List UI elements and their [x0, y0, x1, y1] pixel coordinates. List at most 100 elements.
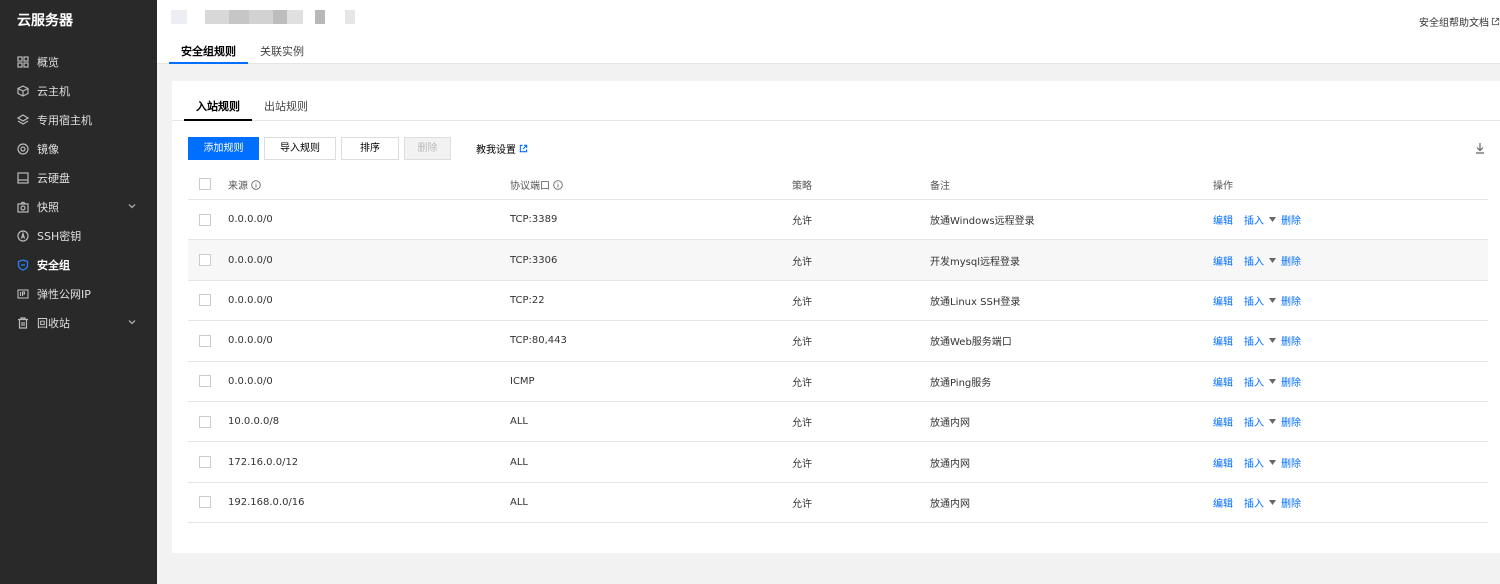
tab-inbound-rules[interactable]: 入站规则 [184, 95, 252, 121]
col-ops: 操作 [1213, 180, 1233, 192]
insert-link[interactable]: 插入 [1244, 455, 1264, 470]
cell-source: 10.0.0.0/8 [228, 416, 280, 428]
import-rules-button[interactable]: 导入规则 [264, 137, 336, 160]
cell-port: ALL [510, 456, 528, 468]
trash-icon [17, 316, 29, 329]
row-checkbox[interactable] [199, 254, 211, 267]
add-rule-button[interactable]: 添加规则 [188, 137, 259, 160]
sidebar-item-ssh-key[interactable]: SSH密钥 [0, 221, 157, 250]
edit-link[interactable]: 编辑 [1213, 455, 1233, 470]
edit-link[interactable]: 编辑 [1213, 212, 1233, 227]
caret-down-icon[interactable] [1269, 459, 1276, 465]
cell-ops: 编辑 插入 删除 [1213, 333, 1301, 348]
config-guide-link[interactable]: 教我设置 [476, 141, 528, 156]
cell-source: 0.0.0.0/0 [228, 294, 273, 306]
tab-associated-instances[interactable]: 关联实例 [248, 40, 316, 64]
sidebar-item-cvm[interactable]: 云主机 [0, 76, 157, 105]
delete-link[interactable]: 删除 [1281, 495, 1301, 510]
row-checkbox[interactable] [199, 375, 211, 388]
delete-link[interactable]: 删除 [1281, 374, 1301, 389]
help-link-label: 安全组帮助文档 [1419, 18, 1489, 29]
edit-link[interactable]: 编辑 [1213, 414, 1233, 429]
delete-link[interactable]: 删除 [1281, 414, 1301, 429]
row-checkbox[interactable] [199, 294, 211, 307]
edit-link[interactable]: 编辑 [1213, 495, 1233, 510]
caret-down-icon[interactable] [1269, 338, 1276, 344]
camera-icon [17, 201, 29, 213]
sidebar-item-label: 云硬盘 [37, 171, 70, 185]
sidebar-item-label: 概览 [37, 55, 59, 69]
delete-link[interactable]: 删除 [1281, 293, 1301, 308]
sidebar-item-label: 专用宿主机 [37, 113, 92, 127]
row-checkbox[interactable] [199, 213, 211, 226]
insert-link[interactable]: 插入 [1244, 495, 1264, 510]
info-icon[interactable] [251, 179, 261, 190]
edit-link[interactable]: 编辑 [1213, 253, 1233, 268]
cell-ops: 编辑 插入 删除 [1213, 414, 1301, 429]
sidebar-item-recycle-bin[interactable]: 回收站 [0, 308, 157, 337]
insert-link[interactable]: 插入 [1244, 333, 1264, 348]
insert-link[interactable]: 插入 [1244, 293, 1264, 308]
toolbar: 添加规则 导入规则 排序 删除 教我设置 [188, 137, 528, 160]
insert-link[interactable]: 插入 [1244, 414, 1264, 429]
caret-down-icon[interactable] [1269, 217, 1276, 223]
row-checkbox[interactable] [199, 334, 211, 347]
insert-link[interactable]: 插入 [1244, 253, 1264, 268]
col-port-label: 协议端口 [510, 180, 550, 192]
sort-button[interactable]: 排序 [341, 137, 399, 160]
delete-link[interactable]: 删除 [1281, 333, 1301, 348]
sidebar-item-overview[interactable]: 概览 [0, 47, 157, 76]
sidebar-item-eip[interactable]: 弹性公网IP [0, 279, 157, 308]
cell-source: 0.0.0.0/0 [228, 254, 273, 266]
caret-down-icon[interactable] [1269, 499, 1276, 505]
download-icon[interactable] [1474, 141, 1486, 155]
caret-down-icon[interactable] [1269, 297, 1276, 303]
sidebar-item-image[interactable]: 镜像 [0, 134, 157, 163]
caret-down-icon[interactable] [1269, 419, 1276, 425]
caret-down-icon[interactable] [1269, 378, 1276, 384]
table-header: 来源 协议端口 策略 备注 操作 [188, 169, 1488, 200]
sidebar-item-label: 云主机 [37, 84, 70, 98]
table-row: 0.0.0.0/0 TCP:80,443 允许 放通Web服务端口 编辑 插入 … [188, 321, 1488, 362]
caret-down-icon[interactable] [1269, 257, 1276, 263]
row-checkbox[interactable] [199, 415, 211, 428]
cell-policy: 允许 [792, 377, 812, 389]
cell-source: 172.16.0.0/12 [228, 456, 299, 468]
row-checkbox[interactable] [199, 496, 211, 509]
tab-outbound-rules[interactable]: 出站规则 [252, 95, 320, 120]
info-icon[interactable] [553, 179, 563, 190]
sidebar-item-snapshot[interactable]: 快照 [0, 192, 157, 221]
sidebar-item-label: 快照 [37, 200, 59, 214]
sidebar-item-disk[interactable]: 云硬盘 [0, 163, 157, 192]
cell-note: 放通内网 [930, 458, 970, 470]
delete-link[interactable]: 删除 [1281, 253, 1301, 268]
cell-note: 放通内网 [930, 498, 970, 510]
edit-link[interactable]: 编辑 [1213, 293, 1233, 308]
sidebar-item-security-group[interactable]: 安全组 [0, 250, 157, 279]
sidebar-item-label: 弹性公网IP [37, 287, 91, 301]
external-link-icon [1491, 17, 1500, 26]
cell-policy: 允许 [792, 337, 812, 349]
insert-link[interactable]: 插入 [1244, 374, 1264, 389]
table-row: 0.0.0.0/0 TCP:22 允许 放通Linux SSH登录 编辑 插入 … [188, 281, 1488, 322]
delete-link[interactable]: 删除 [1281, 212, 1301, 227]
select-all-checkbox[interactable] [199, 178, 211, 190]
cell-policy: 允许 [792, 296, 812, 308]
sidebar-item-dedicated-host[interactable]: 专用宿主机 [0, 105, 157, 134]
chevron-down-icon[interactable] [127, 201, 137, 211]
tab-security-group-rules[interactable]: 安全组规则 [169, 40, 248, 64]
cube-icon [17, 84, 29, 97]
edit-link[interactable]: 编辑 [1213, 374, 1233, 389]
delete-button[interactable]: 删除 [404, 137, 451, 160]
cell-port: TCP:22 [510, 294, 545, 306]
row-checkbox[interactable] [199, 456, 211, 469]
insert-link[interactable]: 插入 [1244, 212, 1264, 227]
cell-source: 0.0.0.0/0 [228, 375, 273, 387]
help-doc-link[interactable]: 安全组帮助文档 [1419, 14, 1500, 29]
edit-link[interactable]: 编辑 [1213, 333, 1233, 348]
chevron-down-icon[interactable] [127, 317, 137, 327]
delete-link[interactable]: 删除 [1281, 455, 1301, 470]
cell-policy: 允许 [792, 418, 812, 430]
cell-note: 放通Windows远程登录 [930, 216, 1035, 228]
rule-direction-tabs: 入站规则 出站规则 [172, 95, 1500, 121]
